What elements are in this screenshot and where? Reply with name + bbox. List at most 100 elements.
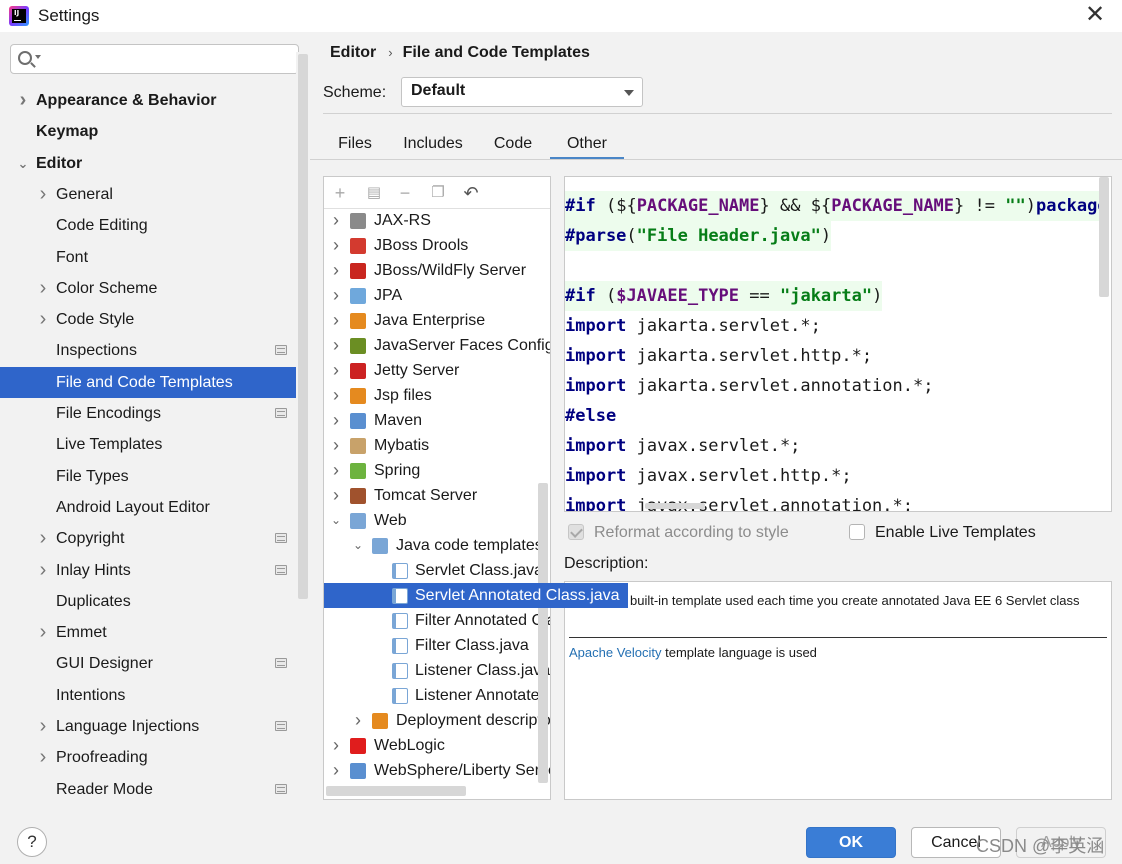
chevron-right-icon[interactable]: › [36,304,50,335]
template-item-listener-class-java[interactable]: Listener Class.java [324,658,550,683]
template-item-jetty-server[interactable]: › Jetty Server [324,358,550,383]
tab-files[interactable]: Files [328,128,382,160]
template-item-tomcat-server[interactable]: › Tomcat Server [324,483,550,508]
chevron-right-icon[interactable]: › [36,742,50,773]
template-item-weblogic[interactable]: › WebLogic [324,733,550,758]
template-item-mybatis[interactable]: › Mybatis [324,433,550,458]
chevron-right-icon[interactable]: › [330,383,342,408]
editor-hscrollbar[interactable] [645,503,705,509]
sidebar-item-appearance-behavior[interactable]: › Appearance & Behavior [0,85,296,116]
chevron-right-icon[interactable]: › [36,179,50,210]
reformat-checkbox[interactable] [568,524,584,540]
tab-code[interactable]: Code [484,128,542,160]
template-item-deployment-descriptors[interactable]: › Deployment descriptors [324,708,550,733]
chevron-right-icon[interactable]: › [330,233,342,258]
chevron-right-icon[interactable]: › [330,733,342,758]
chevron-right-icon[interactable]: › [330,458,342,483]
template-item-web[interactable]: ⌄ Web [324,508,550,533]
template-item-jboss-wildfly-server[interactable]: › JBoss/WildFly Server [324,258,550,283]
sidebar-item-reader-mode[interactable]: Reader Mode [0,774,296,805]
chevron-right-icon[interactable]: › [330,258,342,283]
template-item-websphere-liberty-server[interactable]: › WebSphere/Liberty Server [324,758,550,783]
chevron-right-icon[interactable]: › [36,617,50,648]
template-item-maven[interactable]: › Maven [324,408,550,433]
template-item-jsp-files[interactable]: › Jsp files [324,383,550,408]
template-item-filter-annotated-class-java[interactable]: Filter Annotated Class.java [324,608,550,633]
scheme-dropdown[interactable]: Default [401,77,643,107]
sidebar-item-file-types[interactable]: File Types [0,461,296,492]
add-template-icon[interactable]: + [330,183,350,203]
sidebar-item-code-style[interactable]: › Code Style [0,304,296,335]
template-item-servlet-annotated-class-java[interactable]: Servlet Annotated Class.java [324,583,628,608]
chevron-right-icon[interactable]: › [36,523,50,554]
enable-live-templates-checkbox[interactable] [849,524,865,540]
chevron-right-icon[interactable]: › [330,308,342,333]
sidebar-item-inlay-hints[interactable]: › Inlay Hints [0,555,296,586]
sidebar-item-keymap[interactable]: Keymap [0,116,296,147]
template-item-filter-class-java[interactable]: Filter Class.java [324,633,550,658]
template-item-spring[interactable]: › Spring [324,458,550,483]
sidebar-item-emmet[interactable]: › Emmet [0,617,296,648]
sidebar-item-color-scheme[interactable]: › Color Scheme [0,273,296,304]
chevron-right-icon[interactable]: › [352,708,364,733]
template-item-java-enterprise[interactable]: › Java Enterprise [324,308,550,333]
sidebar-item-file-and-code-templates[interactable]: File and Code Templates [0,366,310,398]
sidebar-item-gui-designer[interactable]: GUI Designer [0,648,296,679]
sidebar-item-live-templates[interactable]: Live Templates [0,429,296,460]
chevron-down-icon[interactable]: ⌄ [352,533,364,558]
sidebar-item-android-layout-editor[interactable]: Android Layout Editor [0,492,296,523]
sidebar-item-general[interactable]: › General [0,179,296,210]
reset-to-default-icon[interactable]: ↶ [461,183,481,203]
chevron-right-icon[interactable]: › [330,433,342,458]
chevron-right-icon[interactable]: › [330,358,342,383]
chevron-right-icon[interactable]: › [330,408,342,433]
help-button[interactable]: ? [17,827,47,857]
chevron-right-icon[interactable]: › [330,333,342,358]
sidebar-item-language-injections[interactable]: › Language Injections [0,711,296,742]
template-item-jax-rs[interactable]: › JAX-RS [324,208,550,233]
chevron-right-icon[interactable]: › [330,483,342,508]
template-item-java-code-templates[interactable]: ⌄ Java code templates [324,533,550,558]
editor-vscrollbar[interactable] [1099,177,1109,297]
sidebar-scrollbar[interactable] [296,52,310,812]
template-item-servlet-class-java[interactable]: Servlet Class.java [324,558,550,583]
template-tree-vscrollbar[interactable] [538,483,548,783]
chevron-down-icon[interactable]: ⌄ [16,148,30,179]
chevron-right-icon[interactable]: › [36,273,50,304]
template-item-jpa[interactable]: › JPA [324,283,550,308]
tab-other[interactable]: Other [550,128,624,160]
apache-velocity-link[interactable]: Apache Velocity [569,645,662,660]
search-input[interactable] [45,49,285,69]
chevron-right-icon[interactable]: › [16,85,30,116]
sidebar-item-code-editing[interactable]: Code Editing [0,210,296,241]
chevron-down-icon[interactable]: ⌄ [330,508,342,533]
ok-button[interactable]: OK [806,827,896,858]
template-item-listener-annotated-class-java[interactable]: Listener Annotated Class.java [324,683,550,708]
chevron-right-icon[interactable]: › [330,283,342,308]
breadcrumb-parent[interactable]: Editor [330,44,376,61]
chevron-right-icon[interactable]: › [330,208,342,233]
close-icon[interactable]: ✕ [1082,2,1108,28]
sidebar-item-editor[interactable]: ⌄ Editor [0,148,296,179]
sidebar-item-font[interactable]: Font [0,242,296,273]
template-tree-hscrollbar[interactable] [326,786,466,796]
remove-template-icon[interactable]: − [395,183,415,203]
sidebar-item-copyright[interactable]: › Copyright [0,523,296,554]
copy-template-icon[interactable]: ❐ [428,183,448,203]
template-item-javaserver-faces-configuration[interactable]: › JavaServer Faces Configuration [324,333,550,358]
sidebar-item-proofreading[interactable]: › Proofreading [0,742,296,773]
template-code-editor[interactable]: #if (${PACKAGE_NAME} && ${PACKAGE_NAME} … [564,176,1112,512]
create-child-template-icon[interactable]: ▤ [364,183,384,203]
chevron-right-icon[interactable]: › [36,711,50,742]
sidebar-item-intentions[interactable]: Intentions [0,680,296,711]
sidebar-scrollbar-thumb[interactable] [298,54,308,599]
tab-includes[interactable]: Includes [392,128,474,160]
sidebar-item-inspections[interactable]: Inspections [0,335,296,366]
search-history-dropdown-icon[interactable] [35,55,41,59]
sidebar-item-file-encodings[interactable]: File Encodings [0,398,296,429]
chevron-right-icon[interactable]: › [36,555,50,586]
chevron-right-icon[interactable]: › [330,758,342,783]
settings-search-box[interactable] [10,44,299,74]
sidebar-item-duplicates[interactable]: Duplicates [0,586,296,617]
template-item-jboss-drools[interactable]: › JBoss Drools [324,233,550,258]
